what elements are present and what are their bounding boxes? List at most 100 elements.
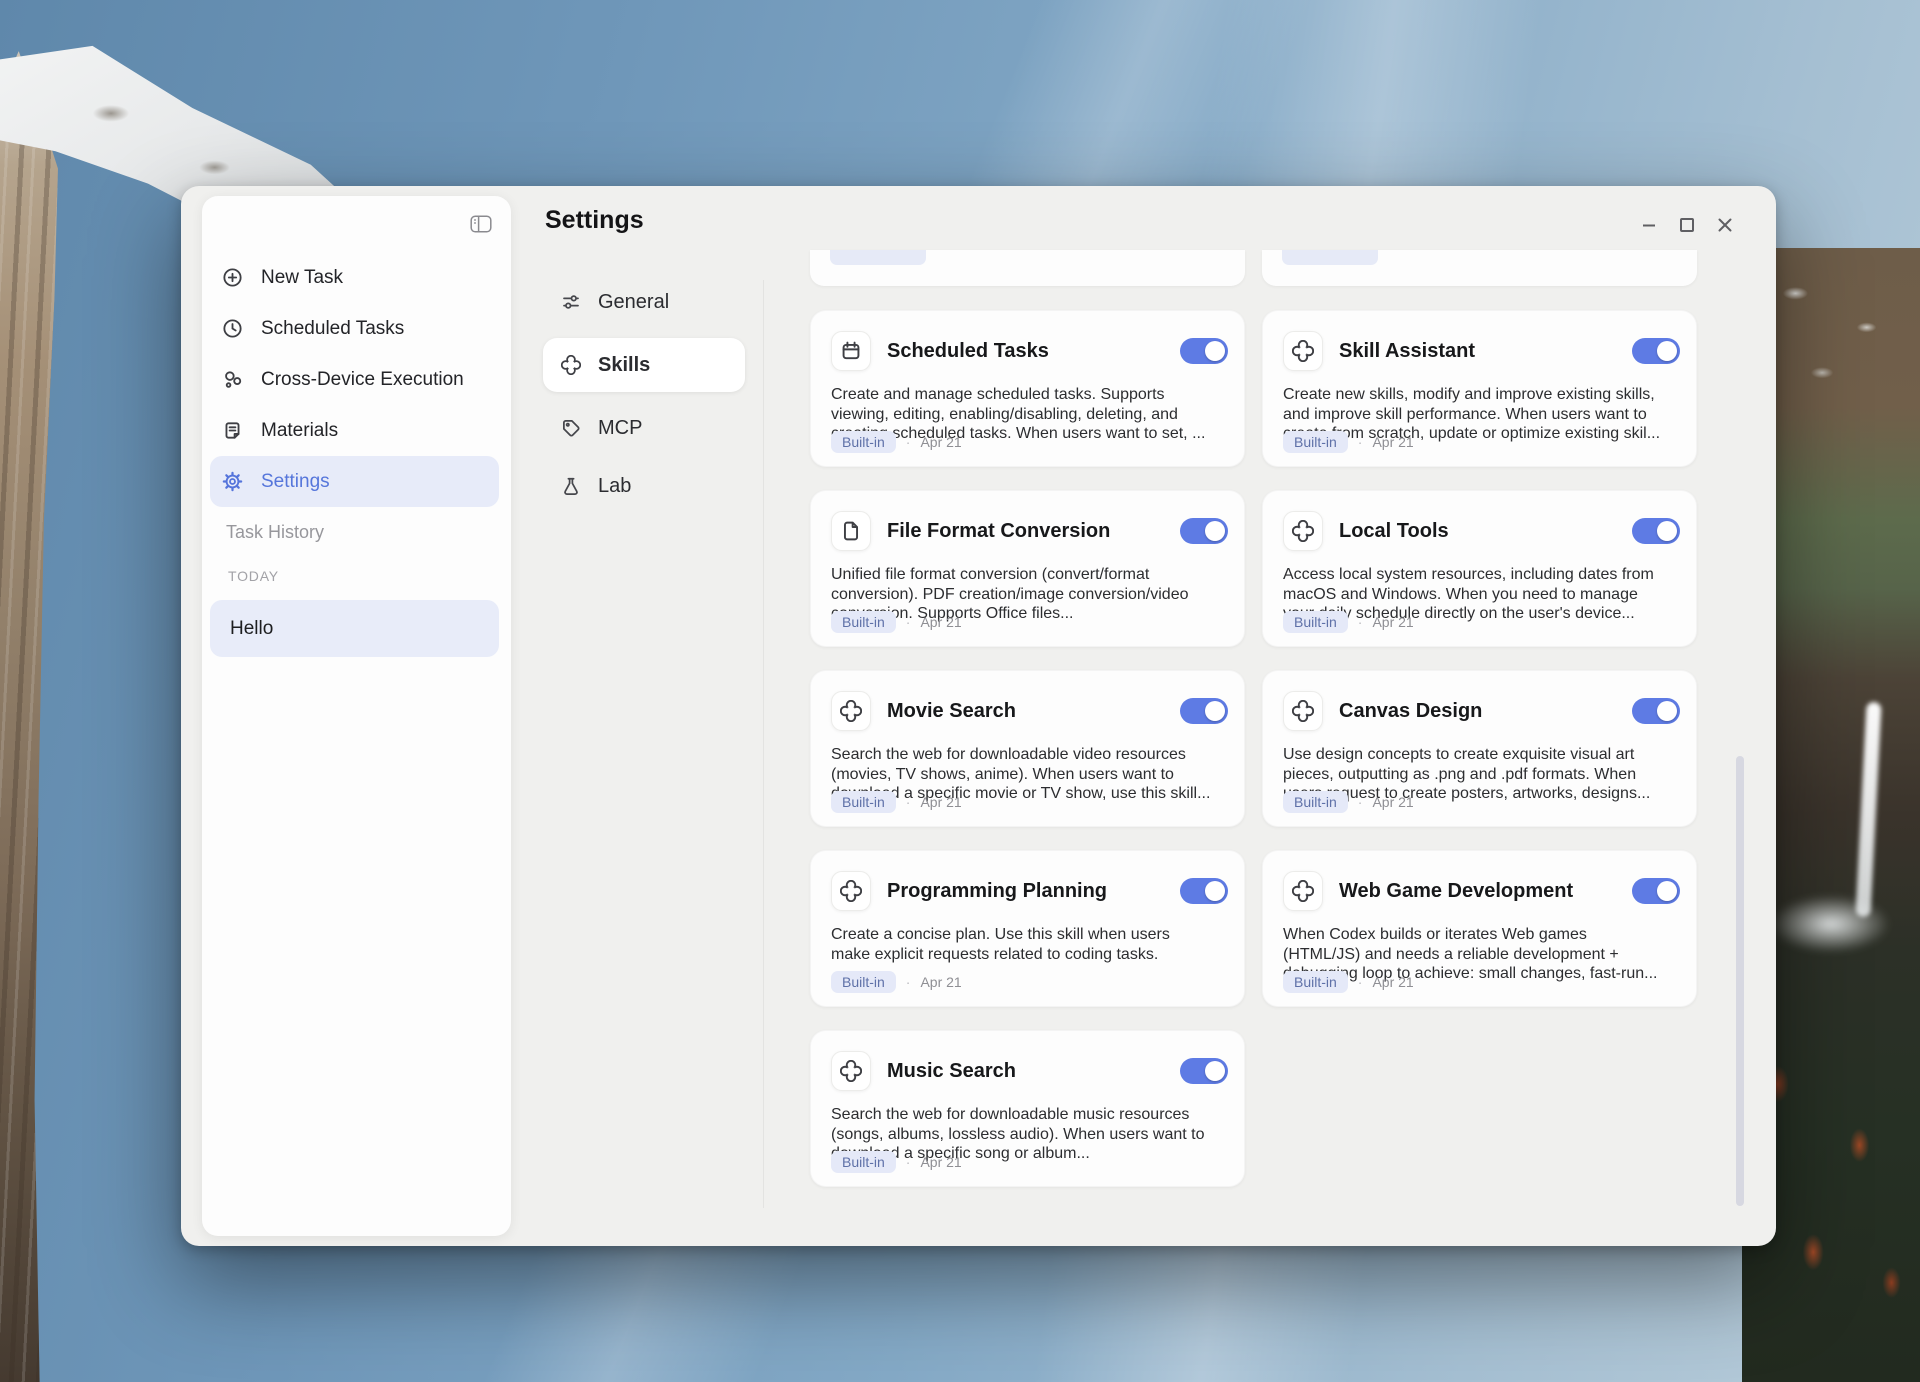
tab-mcp[interactable]: MCP [543, 408, 745, 448]
document-icon [222, 420, 243, 441]
linked-devices-icon [222, 369, 243, 390]
window-controls [1636, 212, 1738, 238]
skill-title: Movie Search [887, 700, 1180, 723]
partial-badge [1282, 250, 1378, 265]
builtin-badge: Built-in [831, 791, 896, 813]
builtin-badge: Built-in [1283, 791, 1348, 813]
skill-date: Apr 21 [1372, 614, 1413, 630]
sidebar: New Task Scheduled Tasks Cross-Device Ex… [202, 196, 511, 1236]
skill-toggle[interactable] [1180, 698, 1228, 724]
history-item-hello[interactable]: Hello [210, 600, 499, 657]
clover-icon [1292, 520, 1314, 542]
sidebar-item-materials[interactable]: Materials [210, 405, 499, 456]
sidebar-collapse-button[interactable] [469, 214, 493, 234]
partial-card [1262, 250, 1697, 286]
tag-icon [561, 418, 581, 438]
sidebar-item-label: New Task [261, 267, 343, 289]
wallpaper-forest [0, 1237, 1920, 1382]
sidebar-item-new-task[interactable]: New Task [210, 252, 499, 303]
skill-toggle[interactable] [1180, 338, 1228, 364]
skill-date: Apr 21 [1372, 434, 1413, 450]
skill-date: Apr 21 [1372, 974, 1413, 990]
sidebar-nav: New Task Scheduled Tasks Cross-Device Ex… [210, 252, 499, 507]
meta-separator: · [1358, 974, 1363, 990]
sliders-icon [561, 292, 581, 312]
toggle-knob [1205, 881, 1225, 901]
skills-grid: Scheduled Tasks Create and manage schedu… [810, 310, 1697, 1187]
skill-card-file-format-conversion: File Format Conversion Unified file form… [810, 490, 1245, 647]
sidebar-item-cross-device-execution[interactable]: Cross-Device Execution [210, 354, 499, 405]
sidebar-item-label: Scheduled Tasks [261, 318, 404, 340]
skill-date: Apr 21 [920, 614, 961, 630]
clover-icon [840, 700, 862, 722]
skill-icon-tile [1283, 871, 1323, 911]
toggle-knob [1657, 521, 1677, 541]
skill-toggle[interactable] [1632, 518, 1680, 544]
skill-toggle[interactable] [1180, 1058, 1228, 1084]
skill-icon-tile [831, 331, 871, 371]
clover-icon [840, 880, 862, 902]
skill-date: Apr 21 [920, 794, 961, 810]
skill-icon-tile [831, 871, 871, 911]
builtin-badge: Built-in [831, 431, 896, 453]
content-scrollbar[interactable] [1736, 756, 1744, 1206]
builtin-badge: Built-in [831, 971, 896, 993]
skill-toggle[interactable] [1632, 698, 1680, 724]
tab-lab[interactable]: Lab [543, 466, 745, 506]
skill-title: Scheduled Tasks [887, 340, 1180, 363]
builtin-badge: Built-in [831, 1151, 896, 1173]
sidebar-item-label: Materials [261, 420, 338, 442]
task-history-label: Task History [226, 522, 324, 543]
panel-collapse-icon [470, 215, 492, 233]
settings-nav: General Skills MCP Lab [543, 282, 745, 524]
tab-general[interactable]: General [543, 282, 745, 322]
skill-toggle[interactable] [1632, 878, 1680, 904]
meta-separator: · [906, 974, 911, 990]
skill-card-local-tools: Local Tools Access local system resource… [1262, 490, 1697, 647]
sidebar-item-scheduled-tasks[interactable]: Scheduled Tasks [210, 303, 499, 354]
gear-icon [222, 471, 243, 492]
skill-toggle[interactable] [1180, 518, 1228, 544]
clover-icon [840, 1060, 862, 1082]
calendar-icon [840, 340, 862, 362]
minimize-button[interactable] [1636, 212, 1662, 238]
skill-card-web-game-development: Web Game Development When Codex builds o… [1262, 850, 1697, 1007]
skill-toggle[interactable] [1632, 338, 1680, 364]
maximize-button[interactable] [1674, 212, 1700, 238]
sidebar-item-settings[interactable]: Settings [210, 456, 499, 507]
meta-separator: · [906, 434, 911, 450]
close-button[interactable] [1712, 212, 1738, 238]
skill-title: Local Tools [1339, 520, 1632, 543]
plus-circle-icon [222, 267, 243, 288]
tab-label: Skills [598, 354, 650, 377]
tab-skills[interactable]: Skills [543, 338, 745, 392]
meta-separator: · [1358, 614, 1363, 630]
builtin-badge: Built-in [1283, 971, 1348, 993]
skill-icon-tile [831, 691, 871, 731]
toggle-knob [1205, 701, 1225, 721]
builtin-badge: Built-in [1283, 431, 1348, 453]
toggle-knob [1205, 521, 1225, 541]
skill-icon-tile [831, 1051, 871, 1091]
meta-separator: · [906, 614, 911, 630]
clover-icon [1292, 880, 1314, 902]
flask-icon [561, 476, 581, 496]
skill-card-canvas-design: Canvas Design Use design concepts to cre… [1262, 670, 1697, 827]
toggle-knob [1205, 1061, 1225, 1081]
today-label: TODAY [228, 568, 279, 584]
sidebar-item-label: Cross-Device Execution [261, 369, 464, 391]
meta-separator: · [1358, 434, 1363, 450]
skill-toggle[interactable] [1180, 878, 1228, 904]
tab-label: Lab [598, 475, 631, 498]
clover-icon [1292, 700, 1314, 722]
skill-card-programming-planning: Programming Planning Create a concise pl… [810, 850, 1245, 1007]
skill-title: Web Game Development [1339, 880, 1632, 903]
skill-date: Apr 21 [920, 434, 961, 450]
toggle-knob [1657, 341, 1677, 361]
app-window: New Task Scheduled Tasks Cross-Device Ex… [181, 186, 1776, 1246]
skill-card-movie-search: Movie Search Search the web for download… [810, 670, 1245, 827]
partial-badge [830, 250, 926, 265]
meta-separator: · [906, 1154, 911, 1170]
page-title: Settings [545, 206, 644, 235]
builtin-badge: Built-in [1283, 611, 1348, 633]
